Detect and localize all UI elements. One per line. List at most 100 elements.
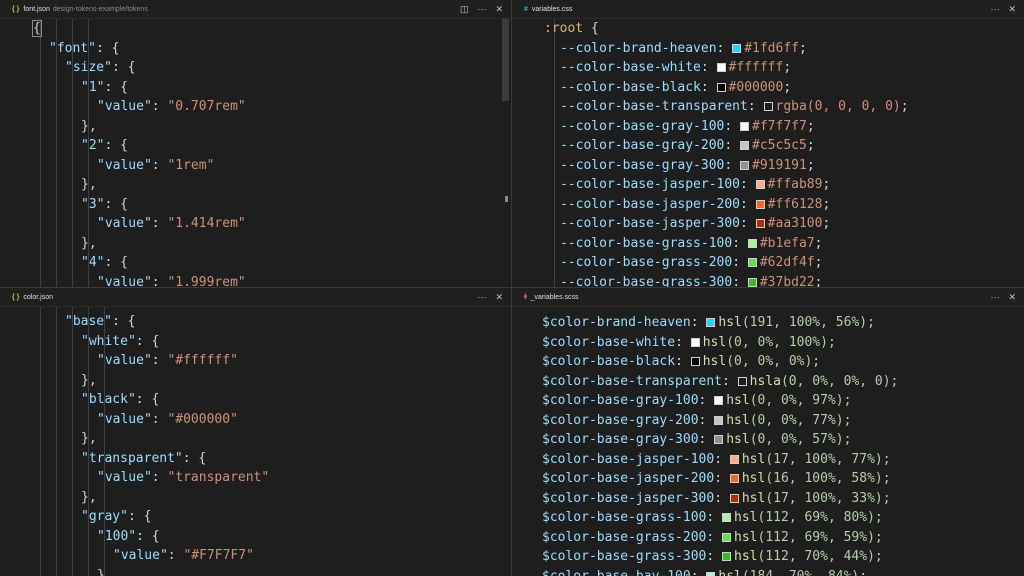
color-swatch[interactable] bbox=[740, 160, 750, 170]
scss-color-args: (0, 0%, 97%); bbox=[749, 393, 852, 408]
editor-pane-variables-css[interactable]: # variables.css ··· ✕ :root { --color-br… bbox=[512, 0, 1024, 287]
close-icon[interactable]: ✕ bbox=[495, 292, 503, 303]
css-variable-line: --color-base-gray-100: #f7f7f7; bbox=[560, 118, 815, 134]
css-variable-line: --color-base-grass-100: #b1efa7; bbox=[560, 235, 823, 251]
code-area[interactable]: $color-brand-heaven: hsl(191, 100%, 56%)… bbox=[512, 307, 1024, 576]
scss-variable-line: $color-base-grass-300: hsl(112, 70%, 44%… bbox=[542, 549, 883, 564]
color-swatch[interactable] bbox=[722, 532, 732, 542]
css-variable-line: --color-base-gray-300: #919191; bbox=[560, 157, 815, 173]
indent-guide bbox=[72, 307, 73, 576]
color-swatch[interactable] bbox=[740, 141, 750, 150]
code-line: "value": "1.414rem" bbox=[97, 216, 246, 231]
more-actions-icon[interactable]: ··· bbox=[477, 4, 486, 14]
pane-header: # variables.css ··· ✕ bbox=[512, 0, 1024, 19]
code-line: "100": { bbox=[97, 528, 160, 544]
css-variable-name: --color-base-jasper-100 bbox=[560, 177, 741, 192]
scss-variable-line: $color-base-jasper-100: hsl(17, 100%, 77… bbox=[542, 451, 891, 467]
color-swatch[interactable] bbox=[755, 219, 765, 228]
code-area[interactable]: { "font": { "size": { "1": { "value": "0… bbox=[0, 19, 511, 287]
color-swatch[interactable] bbox=[763, 102, 773, 111]
file-path: design-tokens-example/tokens bbox=[52, 5, 148, 13]
sass-file-icon: ꬸ bbox=[524, 293, 527, 301]
color-swatch[interactable] bbox=[722, 552, 732, 561]
color-swatch[interactable] bbox=[729, 493, 739, 503]
scss-color-args: (0, 0%, 57%); bbox=[749, 432, 852, 447]
editor-pane-color-json[interactable]: { } color.json ··· ✕ "base": { "white": … bbox=[0, 288, 511, 576]
file-name: _variables.scss bbox=[530, 293, 579, 301]
color-swatch[interactable] bbox=[740, 121, 750, 131]
code-line: "value": "#F7F7F7" bbox=[113, 548, 254, 563]
color-swatch[interactable] bbox=[714, 396, 724, 405]
scss-color-args: (0, 0%, 100%); bbox=[726, 334, 836, 350]
json-file-icon: { } bbox=[12, 5, 20, 13]
scss-variable-line: $color-base-gray-100: hsl(0, 0%, 97%); bbox=[542, 393, 852, 408]
scss-color-function: hsl bbox=[702, 334, 727, 350]
more-actions-icon[interactable]: ··· bbox=[477, 292, 486, 302]
json-file-icon: { } bbox=[12, 293, 20, 301]
color-swatch[interactable] bbox=[747, 238, 757, 248]
css-variable-line: --color-base-white: #ffffff; bbox=[560, 60, 792, 75]
editor-pane-variables-scss[interactable]: ꬸ _variables.scss ··· ✕ $color-brand-hea… bbox=[512, 288, 1024, 576]
scss-color-function: hsl bbox=[734, 549, 758, 564]
scss-variable-line: $color-base-transparent: hsla(0, 0%, 0%,… bbox=[542, 373, 899, 389]
scss-variable-name: $color-base-white bbox=[542, 334, 676, 350]
scss-color-function: hsla bbox=[749, 373, 781, 389]
scss-variable-name: $color-base-jasper-300 bbox=[542, 490, 715, 506]
css-variable-value: #ff6128 bbox=[767, 196, 823, 212]
scss-variable-line: $color-base-black: hsl(0, 0%, 0%); bbox=[542, 354, 821, 369]
editor-pane-font-json[interactable]: { } font.json design-tokens-example/toke… bbox=[0, 0, 511, 287]
code-area[interactable]: :root { --color-brand-heaven: #1fd6ff; --… bbox=[512, 19, 1024, 287]
file-name: color.json bbox=[23, 293, 53, 301]
indent-guide bbox=[40, 19, 41, 287]
color-swatch[interactable] bbox=[755, 199, 765, 209]
color-swatch[interactable] bbox=[706, 318, 716, 327]
close-icon[interactable]: ✕ bbox=[1008, 292, 1016, 303]
color-swatch[interactable] bbox=[737, 376, 747, 386]
vertical-sash[interactable] bbox=[511, 0, 512, 576]
css-variable-name: --color-base-gray-300 bbox=[560, 157, 725, 173]
more-actions-icon[interactable]: ··· bbox=[990, 4, 999, 14]
color-swatch[interactable] bbox=[729, 474, 739, 483]
color-swatch[interactable] bbox=[716, 63, 726, 72]
code-line: "2": { bbox=[81, 138, 128, 153]
color-swatch[interactable] bbox=[716, 82, 726, 92]
color-swatch[interactable] bbox=[690, 357, 700, 366]
split-editor-icon[interactable]: ◫ bbox=[460, 4, 469, 15]
pane-header: { } color.json ··· ✕ bbox=[0, 288, 511, 307]
scss-color-function: hsl bbox=[734, 529, 758, 545]
color-swatch[interactable] bbox=[706, 571, 716, 576]
color-swatch[interactable] bbox=[714, 415, 724, 425]
editor-grid: { } font.json design-tokens-example/toke… bbox=[0, 0, 1024, 576]
color-swatch[interactable] bbox=[755, 180, 765, 189]
code-line: "value": "#000000" bbox=[97, 411, 238, 427]
vertical-scrollbar[interactable] bbox=[502, 19, 509, 101]
color-swatch[interactable] bbox=[747, 258, 757, 267]
scrollbar-marker bbox=[505, 196, 508, 202]
color-swatch[interactable] bbox=[714, 435, 724, 444]
css-variable-value: #f7f7f7 bbox=[752, 118, 807, 134]
code-area[interactable]: "base": { "white": { "value": "#ffffff" … bbox=[0, 307, 511, 576]
scss-color-args: (112, 69%, 80%); bbox=[757, 510, 883, 525]
css-variable-value: #62df4f bbox=[759, 255, 815, 270]
code-line: "value": "#ffffff" bbox=[97, 353, 238, 368]
code-line: "value": "1.999rem" bbox=[97, 274, 246, 288]
color-swatch[interactable] bbox=[747, 277, 757, 287]
close-icon[interactable]: ✕ bbox=[1008, 4, 1016, 15]
css-variable-name: --color-base-grass-100 bbox=[560, 235, 733, 251]
code-line: "value": "transparent" bbox=[97, 470, 270, 485]
scss-variable-line: $color-base-grass-100: hsl(112, 69%, 80%… bbox=[542, 510, 883, 525]
scss-color-args: (191, 100%, 56%); bbox=[741, 315, 875, 330]
color-swatch[interactable] bbox=[732, 43, 742, 53]
css-variable-line: --color-base-grass-200: #62df4f; bbox=[560, 255, 823, 270]
more-actions-icon[interactable]: ··· bbox=[990, 292, 999, 302]
color-swatch[interactable] bbox=[729, 454, 739, 464]
horizontal-sash[interactable] bbox=[0, 287, 1024, 288]
file-name: font.json bbox=[23, 5, 50, 13]
close-icon[interactable]: ✕ bbox=[495, 4, 503, 15]
scss-variable-name: $color-base-gray-100 bbox=[542, 393, 699, 408]
css-variable-line: --color-base-transparent: rgba(0, 0, 0, … bbox=[560, 99, 909, 114]
color-swatch[interactable] bbox=[722, 513, 732, 522]
color-swatch[interactable] bbox=[690, 337, 700, 347]
scss-color-function: hsl bbox=[726, 432, 750, 447]
code-line: "font": { bbox=[49, 40, 120, 56]
